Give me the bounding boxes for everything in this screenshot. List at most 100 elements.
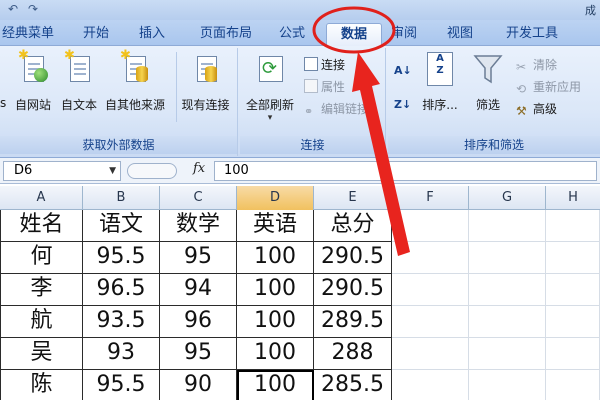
cell[interactable]: 总分 <box>314 210 392 242</box>
tab-insert[interactable]: 插入 <box>132 23 172 46</box>
cell[interactable]: 95 <box>160 338 237 370</box>
properties-button[interactable]: 属性 <box>304 78 345 96</box>
cell[interactable] <box>392 242 469 274</box>
filter-button[interactable]: 筛选 <box>468 52 508 122</box>
cell[interactable]: 93.5 <box>83 306 160 338</box>
tab-view[interactable]: 视图 <box>440 23 480 46</box>
cell[interactable] <box>546 210 600 242</box>
cell[interactable] <box>392 370 469 400</box>
cell[interactable] <box>546 370 600 400</box>
cell[interactable]: 96 <box>160 306 237 338</box>
existing-connection-icon <box>191 52 221 86</box>
from-other-sources-button[interactable]: ✱ 自其他来源 <box>102 49 168 122</box>
insert-function-icon[interactable]: fx <box>193 161 205 176</box>
column-header-e[interactable]: E <box>314 186 392 210</box>
cell[interactable] <box>392 338 469 370</box>
cell[interactable]: 100 <box>237 338 314 370</box>
reapply-button[interactable]: ⟲ 重新应用 <box>516 78 581 96</box>
column-header-f[interactable]: F <box>392 186 469 210</box>
cell[interactable] <box>469 306 546 338</box>
cell[interactable] <box>469 338 546 370</box>
column-header-c[interactable]: C <box>160 186 237 210</box>
window-title: 成 <box>585 4 596 17</box>
name-box[interactable]: D6 ▼ <box>3 161 121 181</box>
cell[interactable]: 95.5 <box>83 242 160 274</box>
cell[interactable]: 290.5 <box>314 274 392 306</box>
cell[interactable]: 数学 <box>160 210 237 242</box>
cell[interactable]: 英语 <box>237 210 314 242</box>
cell[interactable] <box>469 274 546 306</box>
cell[interactable]: 李 <box>0 274 83 306</box>
cell[interactable]: 航 <box>0 306 83 338</box>
cell[interactable]: 吴 <box>0 338 83 370</box>
cell[interactable] <box>546 338 600 370</box>
cell[interactable] <box>392 210 469 242</box>
sort-descending-icon[interactable]: Z↓ <box>394 98 418 122</box>
group-label-sort-filter: 排序和筛选 <box>388 136 600 154</box>
column-headers: A B C D E F G H <box>0 186 600 210</box>
cell[interactable]: 96.5 <box>83 274 160 306</box>
redo-icon[interactable]: ↷ <box>24 2 42 17</box>
formula-bar-resize-handle[interactable] <box>127 163 177 179</box>
cell[interactable] <box>546 242 600 274</box>
formula-bar: D6 ▼ fx 100 <box>0 158 600 184</box>
cell[interactable] <box>392 306 469 338</box>
sort-button[interactable]: A Z 排序... <box>418 52 462 122</box>
refresh-all-button[interactable]: 全部刷新 ▾ <box>242 52 298 123</box>
cell[interactable] <box>392 274 469 306</box>
cell[interactable]: 289.5 <box>314 306 392 338</box>
cell[interactable]: 姓名 <box>0 210 83 242</box>
cell[interactable]: 陈 <box>0 370 83 400</box>
column-header-g[interactable]: G <box>469 186 546 210</box>
cell[interactable]: 语文 <box>83 210 160 242</box>
column-header-h[interactable]: H <box>546 186 600 210</box>
cell[interactable] <box>469 242 546 274</box>
table-row: 陈 95.5 90 100 285.5 <box>0 370 600 400</box>
cell[interactable] <box>546 274 600 306</box>
active-cell-d6[interactable]: 100 <box>237 370 314 400</box>
cell[interactable]: 95 <box>160 242 237 274</box>
cell[interactable] <box>469 210 546 242</box>
tab-formulas[interactable]: 公式 <box>272 23 312 46</box>
column-header-b[interactable]: B <box>83 186 160 210</box>
column-header-d[interactable]: D <box>237 186 314 210</box>
tab-classic-menu[interactable]: 经典菜单 <box>0 23 56 46</box>
advanced-icon: ⚒ <box>516 104 527 118</box>
from-text-button[interactable]: ✱ 自文本 <box>56 49 102 122</box>
tab-data[interactable]: 数据 <box>326 23 382 46</box>
tab-page-layout[interactable]: 页面布局 <box>190 23 262 46</box>
sort-ascending-icon[interactable]: A↓ <box>394 64 418 88</box>
formula-input[interactable]: 100 <box>214 161 597 181</box>
tab-developer[interactable]: 开发工具 <box>496 23 568 46</box>
chevron-down-icon: ▾ <box>267 113 273 123</box>
tab-review[interactable]: 审阅 <box>384 23 424 46</box>
cell[interactable]: 288 <box>314 338 392 370</box>
cell[interactable]: 100 <box>237 274 314 306</box>
link-icon: ⚭ <box>304 105 314 118</box>
edit-links-button[interactable]: ⚭ 编辑链接 <box>304 100 369 118</box>
cell[interactable] <box>469 370 546 400</box>
group-sort-filter: A↓ Z↓ A Z 排序... 筛选 ✂ 清除 ⟲ 重新应用 ⚒ 高级 排序和筛… <box>388 48 600 156</box>
cell[interactable]: 285.5 <box>314 370 392 400</box>
undo-icon[interactable]: ↶ <box>4 2 22 17</box>
cell[interactable]: 93 <box>83 338 160 370</box>
ribbon-body: s ✱ 自网站 ✱ 自文本 ✱ 自其他来源 现有连接 获取外部数据 ⟳ 全部刷新… <box>0 46 600 158</box>
from-web-button[interactable]: ✱ 自网站 <box>10 49 56 122</box>
clear-filter-button[interactable]: ✂ 清除 <box>516 56 557 74</box>
group-get-external-data: s ✱ 自网站 ✱ 自文本 ✱ 自其他来源 现有连接 获取外部数据 <box>0 48 238 156</box>
cell[interactable]: 何 <box>0 242 83 274</box>
cell[interactable]: 100 <box>237 242 314 274</box>
tab-home[interactable]: 开始 <box>76 23 116 46</box>
connections-button[interactable]: 连接 <box>304 56 345 74</box>
cell[interactable]: 94 <box>160 274 237 306</box>
cell[interactable]: 95.5 <box>83 370 160 400</box>
cell[interactable] <box>546 306 600 338</box>
existing-connections-button[interactable]: 现有连接 <box>176 52 234 122</box>
cell[interactable]: 90 <box>160 370 237 400</box>
column-header-a[interactable]: A <box>0 186 83 210</box>
advanced-filter-button[interactable]: ⚒ 高级 <box>516 100 557 118</box>
cell[interactable]: 100 <box>237 306 314 338</box>
cell[interactable]: 290.5 <box>314 242 392 274</box>
table-row: 吴 93 95 100 288 <box>0 338 600 370</box>
table-row: 姓名 语文 数学 英语 总分 <box>0 210 600 242</box>
